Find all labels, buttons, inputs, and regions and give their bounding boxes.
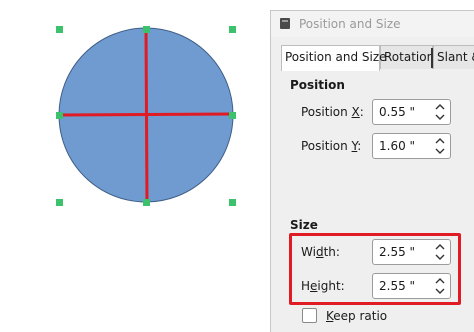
tab-rotation[interactable]: Rotation (380, 45, 434, 69)
position-x-label: Position X: (301, 105, 364, 119)
height-label: Height: (301, 279, 345, 293)
app-icon (280, 18, 290, 29)
selection-handle-bottom-left[interactable] (56, 199, 63, 206)
spin-arrows-icon[interactable] (435, 136, 445, 156)
position-and-size-dialog: Position and Size Position and Size Rota… (270, 10, 474, 332)
spin-arrows-icon[interactable] (435, 102, 445, 122)
tab-position-and-size[interactable]: Position and Size (281, 45, 387, 71)
drawing-canvas[interactable] (0, 0, 262, 332)
selection-handle-middle-left[interactable] (56, 112, 63, 119)
selection-handle-top-right[interactable] (229, 26, 236, 33)
selection-handle-top-left[interactable] (56, 26, 63, 33)
position-y-value: 1.60 " (379, 139, 416, 153)
spin-arrows-icon[interactable] (435, 242, 445, 262)
keep-ratio-label[interactable]: Keep ratio (326, 309, 387, 323)
position-x-value: 0.55 " (379, 105, 416, 119)
width-value: 2.55 " (379, 245, 416, 259)
dialog-title: Position and Size (299, 17, 401, 31)
tab-slant[interactable]: Slant & (433, 45, 474, 69)
spin-arrows-icon[interactable] (435, 276, 445, 296)
selection-handle-middle-right[interactable] (229, 112, 236, 119)
size-heading: Size (290, 218, 318, 232)
width-spinbox[interactable]: 2.55 " (372, 239, 451, 265)
selection-handle-bottom-center[interactable] (143, 199, 150, 206)
selection-handle-bottom-right[interactable] (229, 199, 236, 206)
position-y-label: Position Y: (301, 139, 362, 153)
position-heading: Position (290, 78, 345, 92)
text-cursor-icon (431, 48, 433, 68)
position-x-spinbox[interactable]: 0.55 " (372, 99, 451, 125)
height-value: 2.55 " (379, 279, 416, 293)
width-label: Width: (301, 245, 340, 259)
position-y-spinbox[interactable]: 1.60 " (372, 133, 451, 159)
height-spinbox[interactable]: 2.55 " (372, 273, 451, 299)
keep-ratio-checkbox[interactable] (302, 308, 317, 323)
dialog-titlebar[interactable]: Position and Size (271, 11, 474, 37)
canvas-drawing (56, 26, 236, 206)
horizontal-axis-line (58, 112, 234, 117)
dialog-tabs: Position and Size Rotation Slant & (281, 45, 474, 71)
selection-handle-top-center[interactable] (143, 26, 150, 33)
